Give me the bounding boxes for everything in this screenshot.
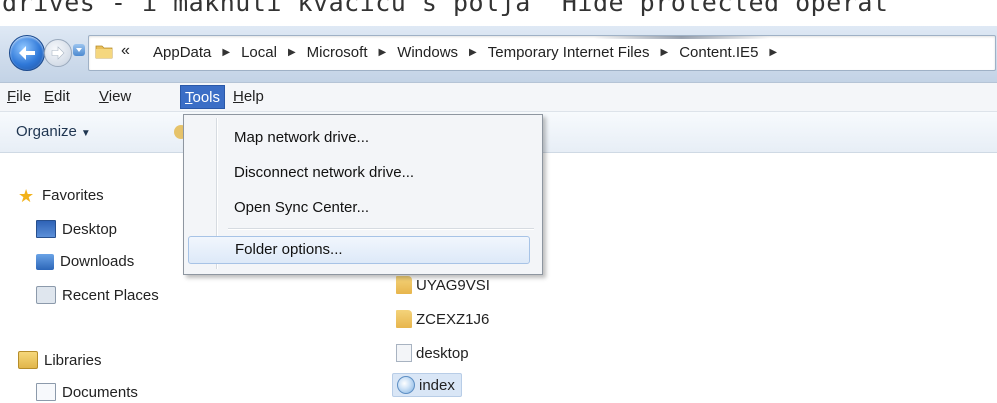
menu-item-map-network-drive[interactable]: Map network drive... [234,129,369,146]
breadcrumb[interactable]: « AppData ▶ Local ▶ Microsoft ▶ Windows … [88,35,996,71]
menu-item-disconnect-network-drive[interactable]: Disconnect network drive... [234,164,414,181]
web-file-icon [397,376,415,394]
tutorial-text-fragment: drives - i maknuti kvačicu s polja "Hide… [0,0,997,26]
menu-item-open-sync-center[interactable]: Open Sync Center... [234,199,369,216]
breadcrumb-item-appdata[interactable]: AppData [147,44,217,61]
menu-edit[interactable]: Edit [44,88,70,105]
menu-help[interactable]: Help [233,88,264,105]
documents-icon [36,383,56,401]
breadcrumb-items: AppData ▶ Local ▶ Microsoft ▶ Windows ▶ … [147,44,782,61]
breadcrumb-item-content-ie5[interactable]: Content.IE5 [673,44,764,61]
list-item-label: desktop [416,344,469,362]
menu-item-folder-options[interactable]: Folder options... [188,236,530,264]
settings-file-icon [396,344,412,362]
chevron-down-icon: ▼ [80,128,91,139]
back-button[interactable] [9,35,45,71]
breadcrumb-hover-glow [594,36,769,39]
star-icon: ★ [18,185,35,206]
folder-icon [396,276,412,294]
breadcrumb-overflow-button[interactable]: « [121,42,130,60]
recent-places-icon [36,286,56,304]
breadcrumb-item-temporary-internet-files[interactable]: Temporary Internet Files [482,44,656,61]
libraries-icon [18,351,38,369]
nav-favorites[interactable]: ★ Favorites [18,185,104,206]
breadcrumb-separator-icon[interactable]: ▶ [764,47,782,58]
nav-desktop[interactable]: Desktop [36,220,117,238]
nav-documents-label: Documents [62,383,138,401]
nav-downloads[interactable]: Downloads [36,253,134,270]
menu-bar: File Edit View Tools Help [0,83,997,112]
nav-documents[interactable]: Documents [36,383,138,401]
nav-downloads-label: Downloads [60,253,135,270]
nav-libraries[interactable]: Libraries [18,351,102,369]
menu-separator [228,228,534,230]
list-item-label: ZCEXZ1J6 [416,310,490,328]
list-item-label: UYAG9VSI [416,276,490,294]
menu-tools[interactable]: Tools [180,85,226,109]
list-item[interactable]: UYAG9VSI [396,276,490,294]
back-arrow-icon [19,46,35,60]
tutorial-text: drives - i maknuti kvačicu s polja "Hide… [2,0,889,17]
folder-icon [396,310,412,328]
desktop-icon [36,220,56,238]
tools-menu: Map network drive... Disconnect network … [183,114,543,275]
recent-pages-dropdown[interactable] [73,44,85,56]
downloads-icon [36,253,54,270]
folder-icon [95,45,113,59]
breadcrumb-item-microsoft[interactable]: Microsoft [301,44,374,61]
menu-view[interactable]: View [99,88,131,105]
nav-desktop-label: Desktop [62,220,118,238]
breadcrumb-item-windows[interactable]: Windows [391,44,464,61]
list-item-selected[interactable]: index [392,373,462,397]
menu-file[interactable]: File [7,88,31,105]
breadcrumb-separator-icon[interactable]: ▶ [464,47,482,58]
breadcrumb-separator-icon[interactable]: ▶ [283,47,301,58]
breadcrumb-separator-icon[interactable]: ▶ [655,47,673,58]
nav-recent-places-label: Recent Places [62,286,159,304]
breadcrumb-separator-icon[interactable]: ▶ [217,47,235,58]
list-item[interactable]: desktop [396,344,469,362]
nav-favorites-label: Favorites [42,187,104,204]
nav-recent-places[interactable]: Recent Places [36,286,159,304]
breadcrumb-item-local[interactable]: Local [235,44,283,61]
list-item-label: index [419,376,455,394]
nav-libraries-label: Libraries [44,351,102,369]
address-bar-area: « AppData ▶ Local ▶ Microsoft ▶ Windows … [0,26,997,83]
list-item[interactable]: ZCEXZ1J6 [396,310,489,328]
organize-button[interactable]: Organize ▼ [16,123,91,140]
forward-arrow-icon [51,46,65,60]
breadcrumb-separator-icon[interactable]: ▶ [373,47,391,58]
forward-button[interactable] [44,39,72,67]
